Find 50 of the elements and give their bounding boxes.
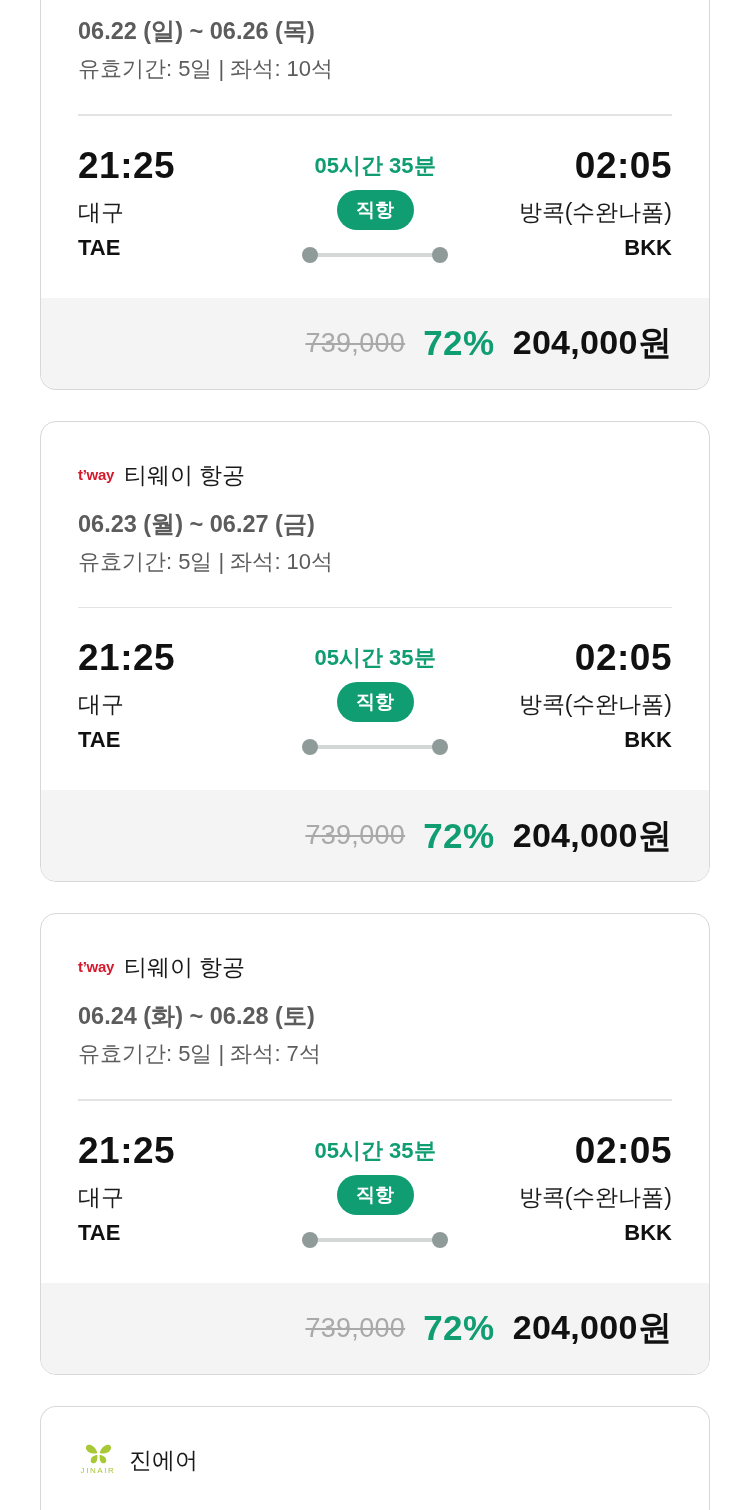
sale-price: 204,000원 bbox=[512, 322, 672, 363]
logo-text: JINAIR bbox=[80, 1466, 116, 1475]
airline-logo: t’way bbox=[78, 958, 114, 976]
validity-seats: 유효기간: 5일 | 좌석: 10석 bbox=[78, 544, 672, 579]
arrival-time: 02:05 bbox=[574, 145, 672, 186]
original-price: 739,000 bbox=[305, 327, 406, 359]
discount-rate: 72% bbox=[423, 815, 495, 856]
arrival-time: 02:05 bbox=[574, 1130, 672, 1171]
arrival-city: 방콕(수완나폼) bbox=[518, 690, 672, 719]
travel-dates: 06.22 (일) ~ 06.26 (목) bbox=[78, 17, 316, 46]
discount-rate: 72% bbox=[423, 1308, 495, 1348]
arrival-code: BKK bbox=[624, 726, 672, 754]
airline-logo: t’way bbox=[78, 465, 114, 484]
departure-city: 대구 bbox=[78, 197, 125, 227]
butterfly-icon bbox=[84, 1444, 112, 1464]
travel-dates: 06.23 (월) ~ 06.27 (금) bbox=[78, 509, 316, 539]
flight-duration: 05시간 35분 bbox=[314, 1136, 436, 1165]
flight-card[interactable]: 06.22 (일) ~ 06.26 (목) 유효기간: 5일 | 좌석: 10석 21:25 대구 TAE 05시간 35분 직항 02:05 방콕(수완나폼) BKK 739,000 72% 204,000원 bbox=[40, 0, 710, 390]
original-price: 739,000 bbox=[305, 1312, 406, 1344]
departure-time: 21:25 bbox=[78, 638, 177, 678]
flight-card[interactable]: t’way 티웨이 항공 06.24 (화) ~ 06.28 (토) 유효기간: 5일 | 좌석: 7석 21:25 대구 TAE 05시간 35분 직항 02:05 방콕(수완나폼) BKK 739,000 72% 204,000원 bbox=[40, 913, 710, 1375]
departure-code: TAE bbox=[78, 1218, 122, 1247]
arrival-code: BKK bbox=[624, 1218, 672, 1247]
departure-time: 21:25 bbox=[78, 1130, 177, 1171]
flight-card[interactable]: JINAIR 진에어 bbox=[40, 1405, 710, 1510]
departure-time: 21:25 bbox=[78, 145, 177, 186]
discount-rate: 72% bbox=[423, 323, 495, 363]
direct-flight-badge: 직항 bbox=[336, 1174, 414, 1215]
travel-dates: 06.24 (화) ~ 06.28 (토) bbox=[78, 1002, 316, 1031]
direct-flight-badge: 직항 bbox=[336, 189, 414, 230]
validity-seats: 유효기간: 5일 | 좌석: 7석 bbox=[78, 1037, 672, 1071]
validity-seats: 유효기간: 5일 | 좌석: 10석 bbox=[78, 52, 672, 86]
flight-card[interactable]: t’way 티웨이 항공 06.23 (월) ~ 06.27 (금) 유효기간: 5일 | 좌석: 10석 21:25 대구 TAE 05시간 35분 직항 02:05 방콕(수완나폼) BKK 739,000 72% 204,000원 bbox=[40, 420, 710, 882]
arrival-time: 02:05 bbox=[574, 638, 672, 678]
sale-price: 204,000원 bbox=[512, 1307, 672, 1348]
direct-flight-badge: 직항 bbox=[336, 682, 414, 722]
flight-duration: 05시간 35분 bbox=[314, 151, 436, 180]
arrival-city: 방콕(수완나폼) bbox=[518, 1182, 672, 1212]
departure-city: 대구 bbox=[78, 1182, 125, 1212]
flight-duration: 05시간 35분 bbox=[314, 644, 436, 672]
airline-name: 진에어 bbox=[129, 1445, 198, 1475]
departure-city: 대구 bbox=[78, 690, 125, 719]
arrival-code: BKK bbox=[624, 233, 672, 262]
arrival-city: 방콕(수완나폼) bbox=[518, 197, 672, 227]
sale-price: 204,000원 bbox=[512, 814, 672, 856]
airline-name: 티웨이 항공 bbox=[124, 460, 246, 490]
departure-code: TAE bbox=[78, 233, 122, 262]
airline-name: 티웨이 항공 bbox=[124, 953, 246, 982]
departure-code: TAE bbox=[78, 726, 122, 754]
original-price: 739,000 bbox=[305, 820, 406, 851]
